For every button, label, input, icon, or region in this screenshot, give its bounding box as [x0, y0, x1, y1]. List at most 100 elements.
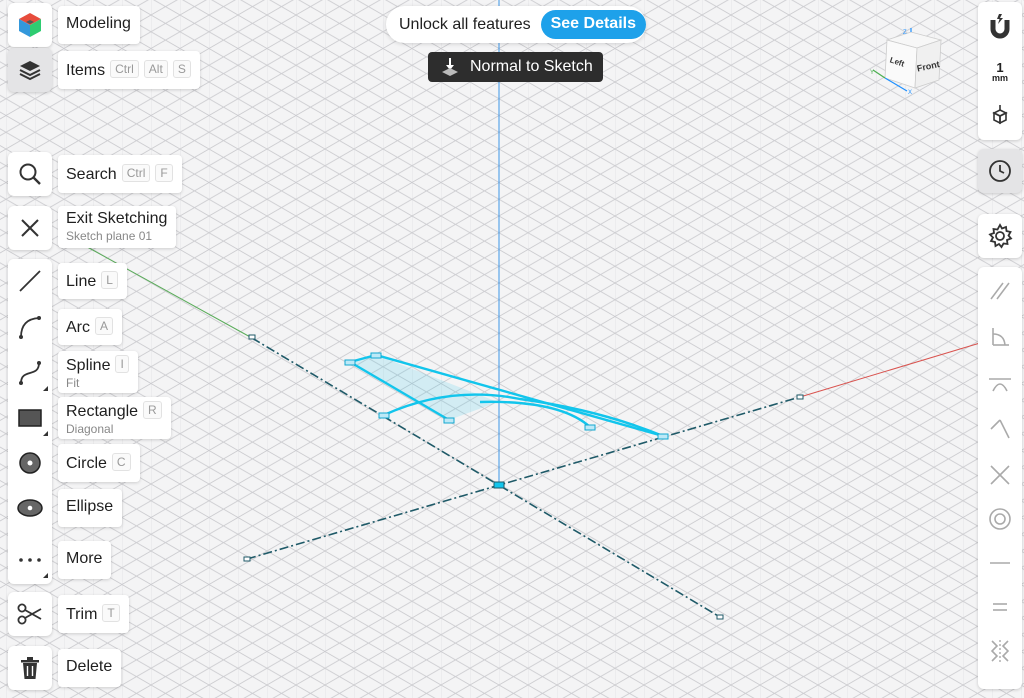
parallel-icon	[990, 282, 1010, 300]
rectangle-tool-button[interactable]	[8, 396, 52, 440]
axis-end-2	[716, 614, 724, 620]
see-details-button[interactable]: See Details	[540, 10, 646, 39]
exit-sketching-label-box[interactable]: Exit Sketching Sketch plane 01	[58, 206, 177, 248]
rectangle-label: Rectangle	[66, 403, 139, 420]
sketch-point[interactable]	[443, 417, 455, 424]
snap-magnet-button[interactable]	[978, 4, 1022, 48]
clock-icon	[989, 160, 1011, 182]
sketch-point[interactable]	[378, 412, 390, 419]
arc-label: Arc	[66, 319, 90, 336]
axis-z-label: Z	[903, 30, 907, 36]
settings-button[interactable]	[978, 214, 1022, 258]
ellipse-tool-button[interactable]	[8, 486, 52, 530]
shortcut-key: L	[101, 271, 118, 289]
ellipse-label: Ellipse	[66, 498, 114, 515]
scissors-icon	[17, 603, 42, 625]
circle-tool-button[interactable]	[8, 441, 52, 485]
view-cube[interactable]: Left Front X Y Z	[865, 26, 947, 94]
history-button[interactable]	[978, 149, 1022, 193]
items-button[interactable]	[8, 48, 52, 92]
axis-x-label: X	[908, 90, 912, 94]
shortcut-key: Ctrl	[110, 60, 139, 78]
gear-icon	[988, 223, 1013, 249]
delete-label-box[interactable]: Delete	[58, 649, 122, 687]
modeling-label: Modeling	[66, 15, 131, 32]
delete-label: Delete	[66, 658, 113, 675]
modeling-label-box[interactable]: Modeling	[58, 6, 140, 44]
trim-tool-button[interactable]	[8, 592, 52, 636]
search-label: Search	[66, 166, 117, 183]
shortcut-key: Ctrl	[121, 164, 151, 182]
constraint-coincident[interactable]	[978, 361, 1022, 405]
rectangle-label-box[interactable]: Rectangle R Diagonal	[58, 397, 171, 439]
sketch-point[interactable]	[657, 433, 669, 440]
constraint-parallel[interactable]	[978, 269, 1022, 313]
exit-sketching-button[interactable]	[8, 206, 52, 250]
normal-to-sketch-tooltip[interactable]: Normal to Sketch	[428, 52, 603, 82]
rectangle-icon	[18, 409, 42, 427]
more-label-box[interactable]: More	[58, 541, 112, 579]
horizontal-vertical-icon	[989, 378, 1011, 392]
axis-end-4	[796, 394, 804, 400]
circle-label-box[interactable]: Circle C	[58, 444, 140, 482]
items-label-box[interactable]: Items Ctrl Alt S	[58, 51, 200, 89]
constraint-horizontal[interactable]	[978, 541, 1022, 585]
arc-icon	[19, 316, 41, 339]
close-icon	[21, 219, 39, 237]
trim-label: Trim	[66, 606, 98, 623]
tangent-icon	[992, 328, 1009, 346]
more-tools-button[interactable]	[8, 538, 52, 582]
sketch-point[interactable]	[370, 352, 382, 359]
shortcut-key: S	[172, 60, 191, 78]
grid-unit-label: mm	[991, 72, 1008, 83]
constraint-concentric[interactable]	[978, 497, 1022, 541]
axis-end-1	[248, 334, 256, 340]
upgrade-banner: Unlock all features See Details	[386, 6, 646, 43]
equal-icon	[993, 603, 1007, 611]
line-tool-button[interactable]	[8, 259, 52, 303]
constraints-panel	[978, 267, 1022, 689]
banner-text: Unlock all features	[399, 15, 531, 33]
shortcut-key: A	[95, 317, 114, 335]
sketch-point[interactable]	[344, 359, 356, 366]
arc-label-box[interactable]: Arc A	[58, 309, 123, 345]
tooltip-text: Normal to Sketch	[470, 58, 593, 75]
line-icon	[19, 270, 41, 292]
constraint-symmetric[interactable]	[978, 629, 1022, 673]
shortcut-key: R	[143, 401, 162, 419]
more-label: More	[66, 550, 103, 567]
constraint-tangent[interactable]	[978, 315, 1022, 359]
search-icon	[19, 163, 41, 185]
sketch-viewport[interactable]	[0, 0, 1024, 698]
exit-sketching-label: Exit Sketching	[66, 210, 168, 227]
constraint-equal[interactable]	[978, 585, 1022, 629]
view-orientation-button[interactable]	[978, 94, 1022, 138]
line-label-box[interactable]: Line L	[58, 263, 127, 299]
magnet-icon	[990, 14, 1010, 39]
search-button[interactable]	[8, 152, 52, 196]
spline-label-box[interactable]: Spline I Fit	[58, 351, 138, 393]
right-top-panel: 1 mm	[978, 2, 1022, 140]
cube-logo-icon	[19, 13, 41, 37]
symmetric-icon	[990, 640, 1010, 662]
sketch-point[interactable]	[584, 424, 596, 431]
constraint-perpendicular[interactable]	[978, 407, 1022, 451]
trim-label-box[interactable]: Trim T	[58, 595, 129, 633]
perpendicular-icon	[990, 419, 1010, 439]
more-icon	[19, 558, 41, 562]
constraint-intersect[interactable]	[978, 453, 1022, 497]
spline-tool-button[interactable]	[8, 351, 52, 395]
ellipse-label-box[interactable]: Ellipse	[58, 489, 123, 527]
normal-to-sketch-icon	[442, 58, 458, 76]
grid-unit-button[interactable]: 1 mm	[978, 50, 1022, 94]
grid-plane	[0, 0, 1024, 698]
search-label-box[interactable]: Search Ctrl F	[58, 155, 182, 193]
items-label: Items	[66, 62, 106, 79]
axis-y-label: Y	[870, 70, 874, 76]
shortcut-key: T	[102, 604, 120, 622]
delete-button[interactable]	[8, 646, 52, 690]
intersect-icon	[990, 465, 1010, 485]
arc-tool-button[interactable]	[8, 305, 52, 349]
spline-icon	[19, 361, 41, 385]
modeling-button[interactable]	[8, 3, 52, 47]
